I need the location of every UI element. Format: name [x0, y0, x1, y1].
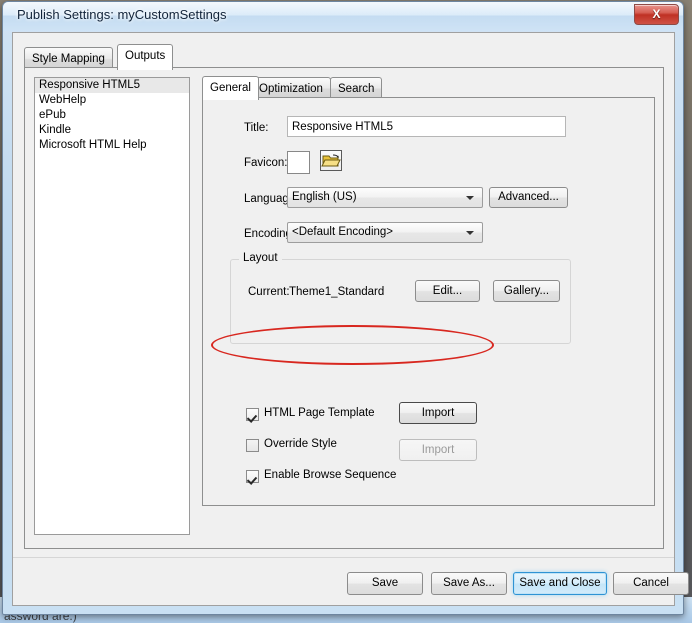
layout-gallery-button[interactable]: Gallery... [493, 280, 560, 302]
save-button[interactable]: Save [347, 572, 423, 595]
html-page-template-label: HTML Page Template [264, 407, 375, 419]
tab-optimization[interactable]: Optimization [251, 77, 331, 99]
layout-current-value: Theme1_Standard [289, 286, 385, 298]
dialog-button-bar: Save Save As... Save and Close Cancel [13, 557, 689, 606]
favicon-preview[interactable] [287, 151, 310, 174]
output-type-list[interactable]: Responsive HTML5 WebHelp ePub Kindle Mic… [34, 77, 190, 535]
list-item-kindle[interactable]: Kindle [35, 123, 189, 138]
override-style-label: Override Style [264, 438, 337, 450]
enable-browse-sequence-checkbox[interactable] [246, 470, 259, 483]
layout-groupbox-title: Layout [239, 252, 282, 264]
override-style-import-button: Import [399, 439, 477, 461]
dialog-client-area: Style Mapping Outputs Responsive HTML5 W… [12, 32, 689, 606]
advanced-button[interactable]: Advanced... [489, 187, 568, 208]
cancel-button[interactable]: Cancel [613, 572, 689, 595]
html-page-template-import-button[interactable]: Import [399, 402, 477, 424]
list-item-responsive-html5[interactable]: Responsive HTML5 [35, 78, 189, 93]
favicon-browse-button[interactable] [320, 150, 342, 171]
close-icon: X [652, 7, 661, 21]
encoding-value: <Default Encoding> [292, 226, 394, 238]
tab-outputs[interactable]: Outputs [117, 44, 174, 70]
title-input[interactable] [287, 116, 566, 137]
tab-general[interactable]: General [202, 76, 259, 100]
favicon-field-label: Favicon: [244, 157, 288, 169]
publish-settings-dialog: Publish Settings: myCustomSettings X Sty… [2, 1, 689, 615]
general-tab-panel: Title: Favicon: Language: English ( [202, 97, 655, 506]
enable-browse-sequence-label: Enable Browse Sequence [264, 469, 397, 481]
html-page-template-checkbox[interactable] [246, 408, 259, 421]
layout-current-label: Current: [248, 286, 290, 298]
window-title: Publish Settings: myCustomSettings [17, 7, 227, 22]
outputs-tab-panel: Responsive HTML5 WebHelp ePub Kindle Mic… [24, 67, 664, 549]
language-value: English (US) [292, 191, 357, 203]
title-field-label: Title: [244, 122, 269, 134]
encoding-dropdown[interactable]: <Default Encoding> [287, 222, 483, 243]
title-bar: Publish Settings: myCustomSettings X [3, 2, 683, 31]
open-folder-icon [321, 154, 341, 167]
layout-groupbox: Layout Current: Theme1_Standard Edit... … [230, 252, 571, 344]
language-dropdown[interactable]: English (US) [287, 187, 483, 208]
list-item-webhelp[interactable]: WebHelp [35, 93, 189, 108]
tab-search[interactable]: Search [330, 77, 383, 99]
save-as-button[interactable]: Save As... [431, 572, 507, 595]
layout-edit-button[interactable]: Edit... [415, 280, 480, 302]
override-style-checkbox[interactable] [246, 439, 259, 452]
chevron-down-icon [466, 196, 474, 200]
close-button[interactable]: X [634, 4, 679, 25]
list-item-epub[interactable]: ePub [35, 108, 189, 123]
save-and-close-button[interactable]: Save and Close [513, 572, 607, 595]
list-item-microsoft-html-help[interactable]: Microsoft HTML Help [35, 138, 189, 153]
chevron-down-icon [466, 231, 474, 235]
